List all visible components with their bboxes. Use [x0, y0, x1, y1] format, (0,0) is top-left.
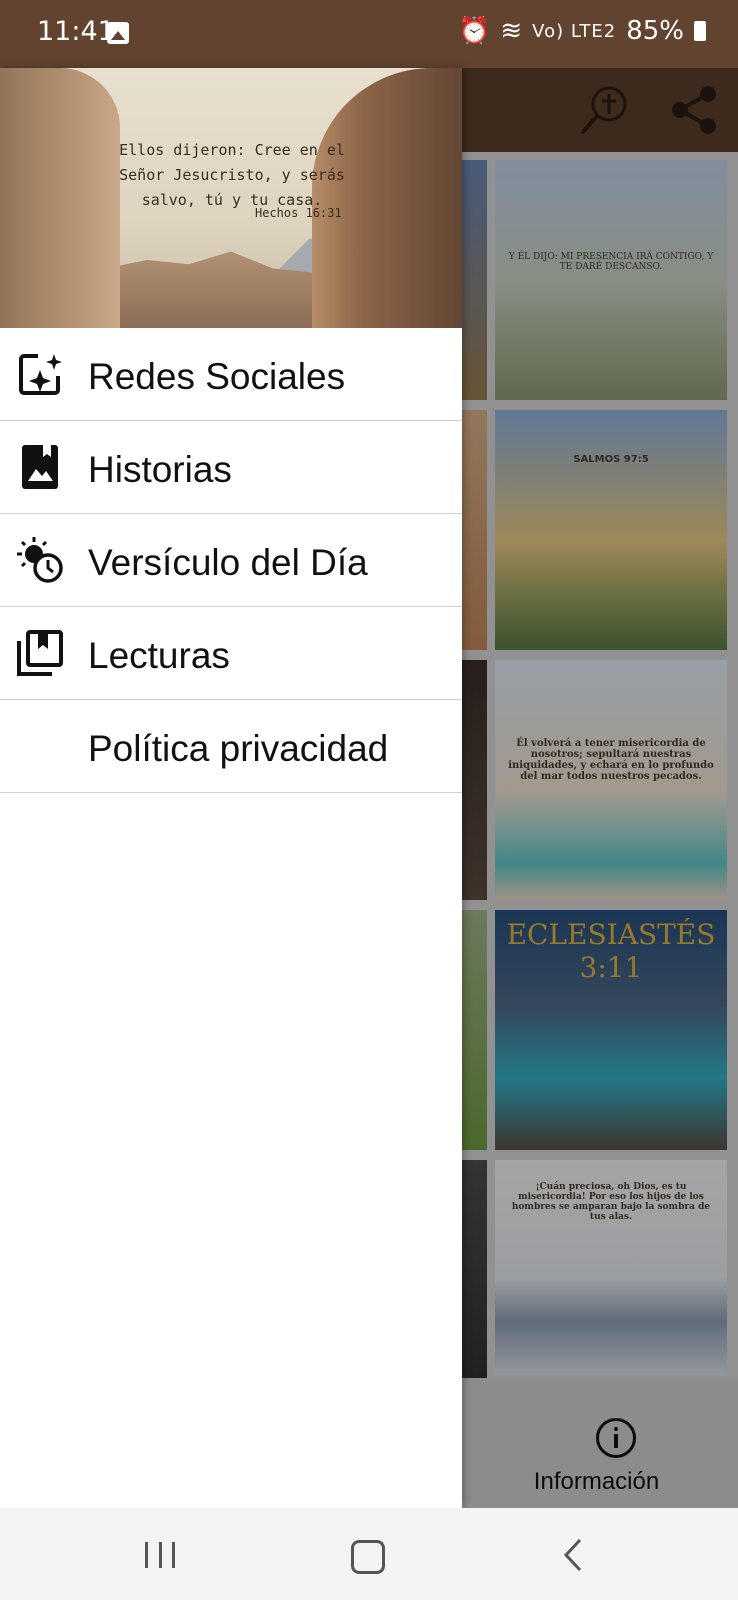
- wifi-icon: ≋: [500, 16, 523, 46]
- menu-item-redes-sociales[interactable]: Redes Sociales: [0, 328, 462, 421]
- recents-button[interactable]: [145, 1542, 175, 1568]
- menu-item-lecturas[interactable]: Lecturas: [0, 607, 462, 700]
- back-button[interactable]: [560, 1538, 590, 1572]
- alarm-icon: ⏰: [457, 16, 491, 46]
- signal-lte-label: Vo) LTE2: [532, 20, 617, 42]
- header-quote: Ellos dijeron: Cree en el Señor Jesucris…: [119, 141, 345, 209]
- status-bar: 11:41 ⏰ ≋ Vo) LTE2 85%: [0, 0, 738, 68]
- menu-label: Lecturas: [88, 635, 230, 676]
- battery-percent: 85%: [626, 16, 684, 46]
- menu-item-versiculo-del-dia[interactable]: Versículo del Día: [0, 514, 462, 607]
- sun-clock-icon: [17, 537, 63, 583]
- system-nav-bar: [0, 1508, 738, 1600]
- library-books-icon: [17, 630, 63, 676]
- menu-label: Versículo del Día: [88, 542, 368, 583]
- auto-awesome-icon: [19, 354, 62, 395]
- menu-label: Política privacidad: [88, 728, 389, 769]
- menu-item-politica-privacidad[interactable]: Política privacidad: [0, 700, 462, 793]
- image-notification-icon: [107, 22, 129, 44]
- battery-icon: [694, 21, 706, 41]
- status-icons: ⏰ ≋ Vo) LTE2 85%: [458, 16, 706, 46]
- menu-label: Historias: [88, 449, 232, 490]
- menu-label: Redes Sociales: [88, 356, 346, 397]
- drawer-menu: Redes Sociales Historias Versículo del D…: [0, 328, 462, 793]
- menu-item-historias[interactable]: Historias: [0, 421, 462, 514]
- status-time: 11:41: [37, 16, 115, 47]
- photo-album-icon: [22, 445, 58, 489]
- header-reference: Hechos 16:31: [255, 206, 342, 220]
- home-button[interactable]: [351, 1540, 385, 1574]
- drawer-header-image: Ellos dijeron: Cree en el Señor Jesucris…: [0, 68, 462, 328]
- navigation-drawer: Ellos dijeron: Cree en el Señor Jesucris…: [0, 68, 462, 1508]
- header-rock-left: [0, 68, 120, 328]
